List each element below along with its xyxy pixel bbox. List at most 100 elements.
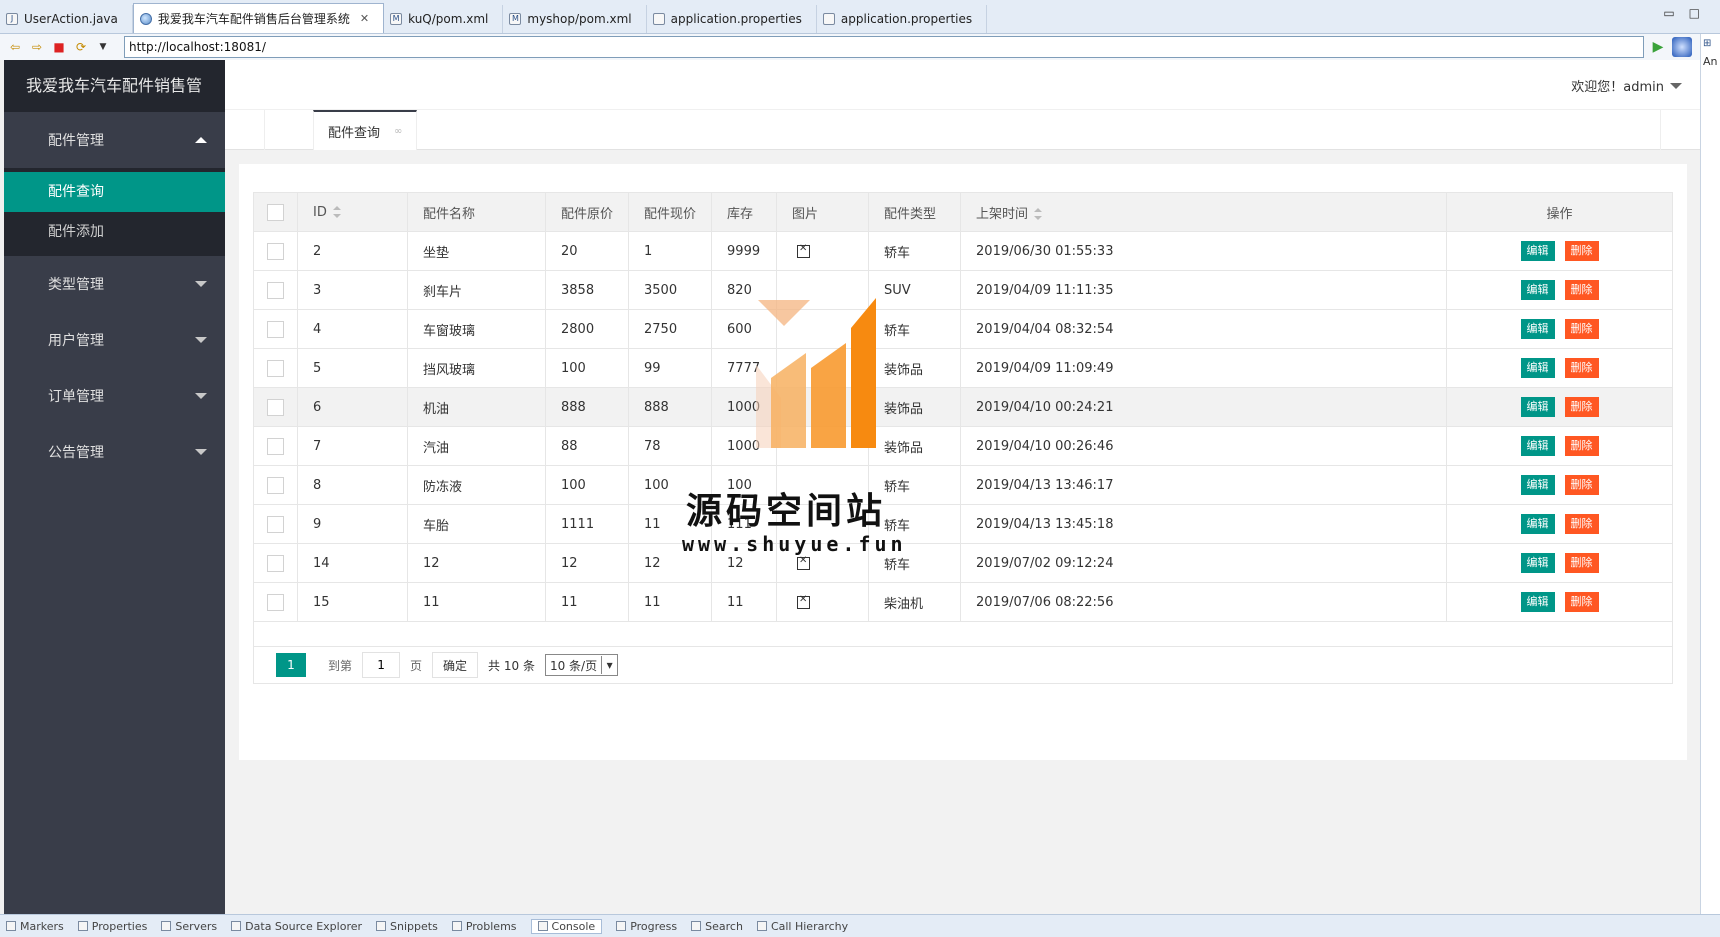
editor-tab[interactable]: 我爱我车汽车配件销售后台管理系统 ✕ — [132, 3, 385, 33]
close-icon[interactable]: ✕ — [360, 12, 369, 25]
select-all-checkbox[interactable] — [267, 203, 284, 221]
sidebar-item[interactable]: 类型管理 — [4, 256, 225, 312]
page-label: 页 — [410, 658, 423, 673]
total-count: 共 10 条 — [488, 658, 535, 673]
sort-icon[interactable] — [332, 206, 341, 218]
col-time[interactable]: 上架时间 — [960, 192, 1448, 232]
editor-tab[interactable]: application.properties — [647, 5, 817, 33]
delete-button[interactable]: 删除 — [1564, 358, 1599, 378]
ide-bottom-tab[interactable]: Search — [691, 920, 743, 933]
table-row[interactable]: 4 车窗玻璃 2800 2750 600 轿车 2019/04/04 08:32:54 编辑删… — [253, 309, 1673, 349]
tab-menu-control[interactable] — [1660, 110, 1700, 150]
delete-button[interactable]: 删除 — [1564, 436, 1599, 456]
ide-bottom-tab[interactable]: Progress — [616, 920, 677, 933]
delete-button[interactable]: 删除 — [1564, 397, 1599, 417]
table-row[interactable]: 8 防冻液 100 100 100 轿车 2019/04/13 13:46:17 编辑 删除 — [253, 465, 1673, 505]
delete-button[interactable]: 删除 — [1564, 241, 1599, 261]
page-current[interactable]: 1 — [276, 653, 306, 677]
table-row[interactable]: 3 刹车片 3858 3500 820 SUV 2019/04/09 11:11:35 编辑删… — [253, 270, 1673, 310]
table-row[interactable]: 9 车胎 1111 11 111 轿车 2019/04/13 13:45:18 编辑 删除 — [253, 504, 1673, 544]
edit-button[interactable]: 编辑 — [1520, 514, 1555, 534]
ide-bottom-tab[interactable]: Console — [530, 918, 603, 934]
ide-bottom-tab[interactable]: Call Hierarchy — [756, 920, 848, 933]
sidebar-item[interactable]: 订单管理 — [4, 368, 225, 424]
ide-bottom-tab[interactable]: Snippets — [376, 920, 438, 933]
editor-tab[interactable]: MkuQ/pom.xml — [384, 5, 504, 33]
cell-orig-price: 88 — [544, 426, 630, 466]
row-checkbox[interactable] — [267, 554, 284, 572]
col-type: 配件类型 — [868, 192, 962, 232]
chevron-down-icon — [195, 281, 207, 287]
table-row[interactable]: 1412121212轿车2019/07/02 09:12:24编辑删除 — [253, 543, 1673, 583]
table-row[interactable]: 6 机油 888 888 1000 装饰品 2019/04/10 00:24:21 编辑 删除 — [253, 387, 1673, 427]
ide-bottom-tab-label: Data Source Explorer — [245, 919, 363, 933]
side-label: An — [1703, 55, 1718, 68]
close-icon[interactable]: ∞ — [394, 126, 402, 137]
forward-arrow-icon[interactable]: ⇨ — [28, 38, 46, 56]
delete-button[interactable]: 删除 — [1564, 514, 1599, 534]
minimize-icon[interactable]: ▭ — [1663, 6, 1674, 20]
maximize-icon[interactable]: □ — [1689, 6, 1700, 20]
sidebar-subitem[interactable]: 配件添加 — [4, 212, 225, 252]
tab-label: 配件查询 — [328, 125, 381, 141]
row-checkbox[interactable] — [267, 359, 284, 377]
sidebar-item[interactable]: 用户管理 — [4, 312, 225, 368]
ide-bottom-tab[interactable]: Properties — [77, 920, 147, 933]
tab-parts-query[interactable]: 配件查询 ∞ — [313, 110, 418, 150]
dropdown-icon[interactable]: ▼ — [94, 38, 112, 56]
ide-bottom-tab[interactable]: Problems — [451, 920, 517, 933]
page-tab-bar: 配件查询 ∞ — [225, 110, 1700, 150]
row-checkbox[interactable] — [267, 437, 284, 455]
url-input[interactable] — [124, 36, 1644, 58]
cell-name: 汽油 — [407, 426, 546, 466]
sort-icon[interactable] — [1034, 208, 1043, 220]
row-checkbox[interactable] — [267, 515, 284, 533]
editor-tab[interactable]: Mmyshop/pom.xml — [503, 5, 647, 33]
edit-button[interactable]: 编辑 — [1520, 436, 1555, 456]
row-checkbox[interactable] — [267, 242, 284, 260]
cell-orig-price: 100 — [544, 465, 630, 505]
back-arrow-icon[interactable]: ⇦ — [6, 38, 24, 56]
delete-button[interactable]: 删除 — [1564, 475, 1599, 495]
row-checkbox[interactable] — [267, 281, 284, 299]
ide-bottom-tab[interactable]: Markers — [6, 920, 64, 933]
goto-page-input[interactable] — [362, 652, 401, 678]
table-row[interactable]: 2坐垫2019999轿车2019/06/30 01:55:33编辑删除 — [253, 231, 1673, 271]
row-checkbox[interactable] — [267, 320, 284, 338]
row-checkbox[interactable] — [267, 476, 284, 494]
ide-bottom-tab[interactable]: Servers — [161, 920, 217, 933]
table-row[interactable]: 7 汽油 88 78 1000 装饰品 2019/04/10 00:26:46 编辑 删除 — [253, 426, 1673, 466]
delete-button[interactable]: 删除 — [1564, 553, 1599, 573]
refresh-icon[interactable]: ⟳ — [72, 38, 90, 56]
per-page-select[interactable]: 10 条/页 ▾ — [544, 654, 619, 676]
edit-button[interactable]: 编辑 — [1520, 475, 1555, 495]
delete-button[interactable]: 删除 — [1564, 280, 1599, 300]
cell-id: 3 — [297, 270, 408, 310]
edit-button[interactable]: 编辑 — [1520, 280, 1555, 300]
ide-bottom-tab[interactable]: Data Source Explorer — [231, 920, 362, 933]
confirm-button[interactable]: 确定 — [432, 652, 479, 678]
stop-icon[interactable]: ■ — [50, 38, 68, 56]
sidebar-item[interactable]: 配件管理 — [4, 112, 225, 168]
cell-orig-price: 2800 — [544, 309, 630, 349]
editor-tab[interactable]: application.properties — [817, 5, 988, 33]
table-row[interactable]: 5 挡风玻璃 100 99 7777 装饰品 2019/04/09 11:09:49 编辑 删除 — [253, 348, 1673, 388]
edit-button[interactable]: 编辑 — [1520, 319, 1555, 339]
table-empty-space — [253, 582, 1673, 646]
user-menu[interactable]: 欢迎您！admin — [1571, 76, 1682, 95]
browser-icon[interactable] — [1672, 37, 1692, 57]
sidebar-item[interactable]: 公告管理 — [4, 424, 225, 480]
delete-button[interactable]: 删除 — [1564, 319, 1599, 339]
outline-icon[interactable]: ⊞ — [1701, 34, 1720, 53]
edit-button[interactable]: 编辑 — [1520, 358, 1555, 378]
col-id[interactable]: ID — [297, 192, 408, 232]
edit-button[interactable]: 编辑 — [1520, 553, 1555, 573]
editor-tab[interactable]: J UserAction.java — [0, 5, 133, 33]
edit-button[interactable]: 编辑 — [1520, 397, 1555, 417]
tab-scroll-left[interactable] — [225, 110, 265, 150]
edit-button[interactable]: 编辑 — [1520, 241, 1555, 261]
go-icon[interactable]: ▶ — [1648, 37, 1668, 57]
row-checkbox[interactable] — [267, 398, 284, 416]
sidebar-subitem[interactable]: 配件查询 — [4, 172, 225, 212]
properties-file-icon — [822, 13, 835, 25]
